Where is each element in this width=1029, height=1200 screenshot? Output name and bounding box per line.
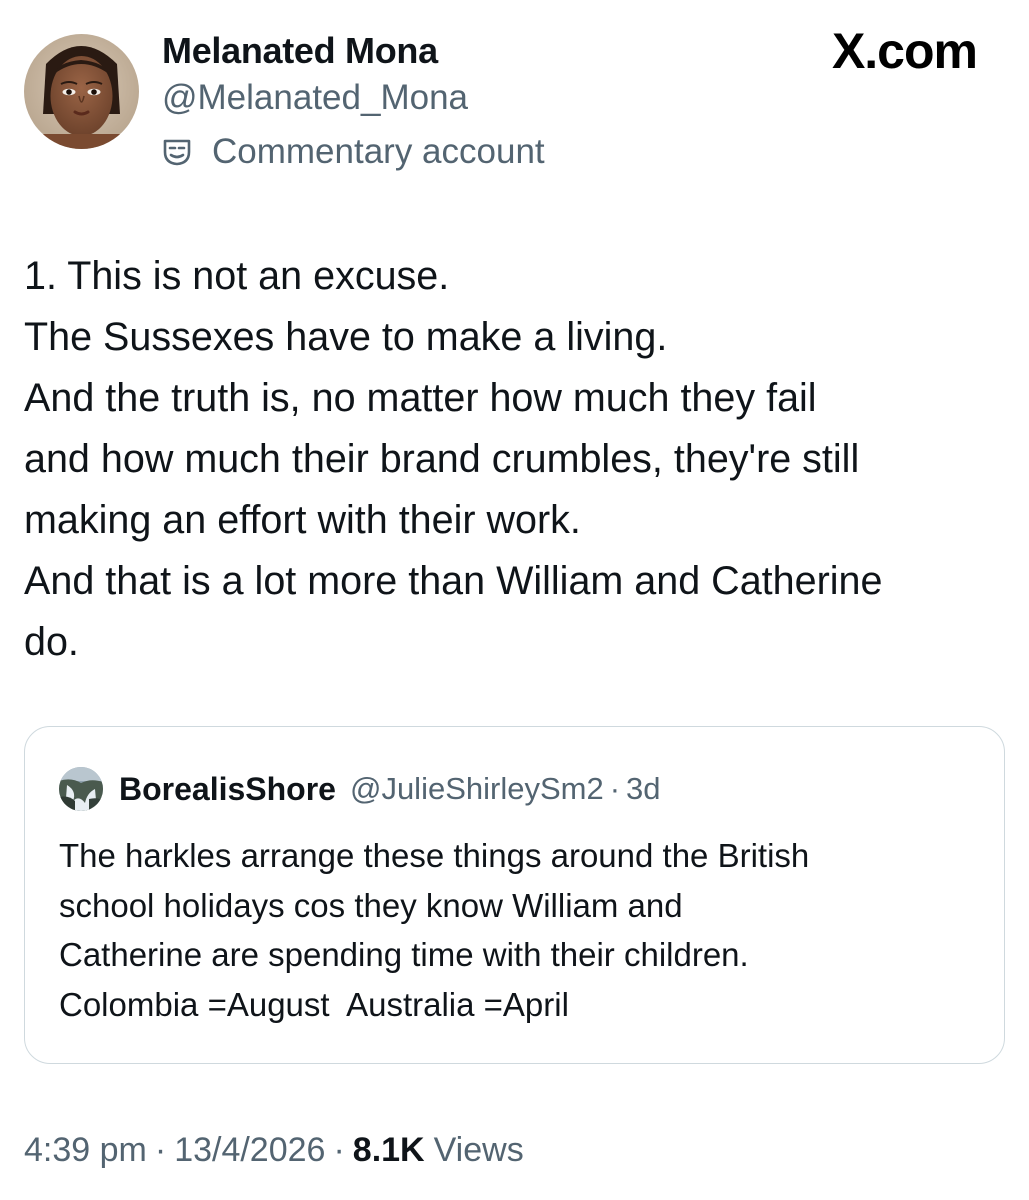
brand-watermark: X.com bbox=[831, 23, 978, 79]
views-count[interactable]: 8.1K bbox=[353, 1131, 425, 1170]
separator-dot: · bbox=[154, 1130, 167, 1169]
views-label: Views bbox=[433, 1130, 524, 1169]
quoted-author-handle[interactable]: @JulieShirleySm2 bbox=[350, 771, 604, 807]
separator-dot: · bbox=[333, 1130, 345, 1169]
tweet-line: And that is a lot more than William and … bbox=[24, 559, 883, 603]
quoted-tweet-card[interactable]: BorealisShore @JulieShirleySm2 · 3d The … bbox=[24, 726, 1005, 1064]
tweet-line: and how much their brand crumbles, they'… bbox=[24, 437, 860, 481]
tweet-meta: 4:39 pm · 13/4/2026 · 8.1K Views bbox=[24, 1124, 524, 1176]
quoted-tweet-line: Catherine are spending time with their c… bbox=[59, 936, 749, 973]
quoted-tweet-line: school holidays cos they know William an… bbox=[59, 886, 683, 924]
tweet-time[interactable]: 4:39 pm bbox=[24, 1131, 147, 1170]
quoted-author-name[interactable]: BorealisShore bbox=[119, 771, 336, 808]
theater-mask-icon bbox=[162, 137, 192, 167]
tweet-date[interactable]: 13/4/2026 bbox=[174, 1131, 325, 1170]
tweet-line: do. bbox=[24, 620, 79, 664]
author-avatar[interactable] bbox=[24, 34, 139, 149]
tweet-line: And the truth is, no matter how much the… bbox=[24, 376, 817, 420]
quoted-author-avatar[interactable] bbox=[59, 767, 103, 811]
quoted-tweet-line: The harkles arrange these things around … bbox=[59, 837, 810, 874]
account-label: Commentary account bbox=[162, 130, 545, 174]
tweet-line: 1. This is not an excuse. bbox=[24, 254, 450, 298]
tweet-line: making an effort with their work. bbox=[24, 498, 581, 542]
account-label-text: Commentary account bbox=[212, 132, 545, 171]
tweet-text: 1. This is not an excuse. The Sussexes h… bbox=[24, 246, 1009, 673]
quoted-tweet-age[interactable]: 3d bbox=[626, 771, 660, 807]
quoted-tweet-header: BorealisShore @JulieShirleySm2 · 3d bbox=[59, 767, 661, 811]
waterfall-image bbox=[59, 767, 103, 811]
author-handle[interactable]: @Melanated_Mona bbox=[162, 78, 468, 118]
quoted-tweet-line: Colombia =August Australia =April bbox=[59, 985, 569, 1023]
quoted-tweet-text: The harkles arrange these things around … bbox=[59, 831, 989, 1029]
separator-dot: · bbox=[609, 771, 621, 806]
avatar-image bbox=[24, 34, 139, 149]
author-display-name[interactable]: Melanated Mona bbox=[162, 30, 438, 72]
tweet-line: The Sussexes have to make a living. bbox=[24, 315, 668, 359]
